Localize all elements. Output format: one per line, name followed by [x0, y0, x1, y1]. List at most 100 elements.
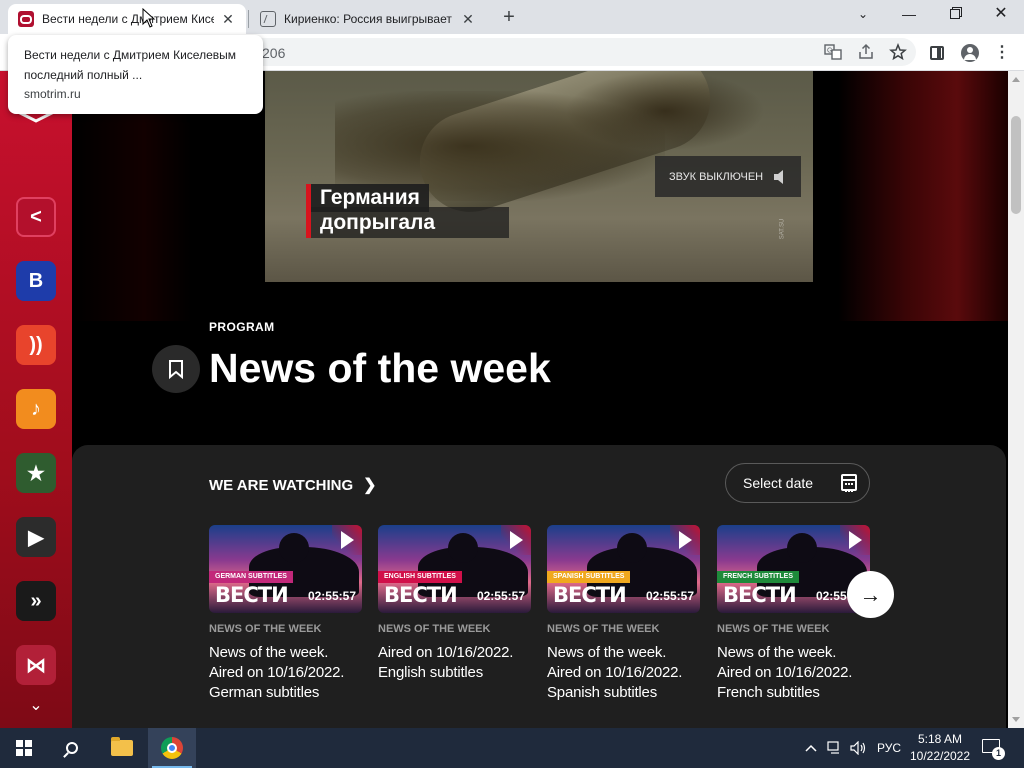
- side-panel-icon[interactable]: [927, 43, 947, 63]
- vesti-app-icon[interactable]: В: [16, 261, 56, 301]
- sidebar-more-chevron-icon[interactable]: ⌄: [26, 695, 46, 714]
- menu-dots-icon[interactable]: ⋮: [992, 43, 1012, 63]
- video-thumbnail[interactable]: GERMAN SUBTITLES ВЕСТИ 02:55:57: [209, 525, 362, 613]
- network-icon[interactable]: [827, 728, 843, 768]
- tab-close-icon[interactable]: ✕: [220, 11, 236, 28]
- video-thumbnail[interactable]: ENGLISH SUBTITLES ВЕСТИ 02:55:57: [378, 525, 531, 613]
- video-player[interactable]: допрыгала Германия ЗВУК ВЫКЛЮЧЕН SAT.SU: [265, 71, 813, 282]
- thumb-silhouette: [448, 533, 478, 563]
- subtitle-tag: FRENCH SUBTITLES: [717, 571, 799, 583]
- play-app-icon[interactable]: ▶: [16, 517, 56, 557]
- volume-icon[interactable]: [850, 728, 868, 768]
- video-card-spanish[interactable]: SPANISH SUBTITLES ВЕСТИ 02:55:57 NEWS OF…: [547, 525, 700, 703]
- video-duration: 02:55:57: [307, 589, 356, 603]
- carousel-next-button[interactable]: →: [847, 571, 894, 618]
- sound-off-label: ЗВУК ВЫКЛЮЧЕН: [669, 170, 764, 183]
- new-tab-button[interactable]: +: [498, 5, 520, 29]
- svg-text:G: G: [827, 48, 832, 55]
- thumb-silhouette: [279, 533, 309, 563]
- screen: Вести недели с Дмитрием Кисе ✕ Кириенко:…: [0, 0, 1024, 768]
- bowtie-app-icon[interactable]: ⋈: [16, 645, 56, 685]
- translate-icon[interactable]: G: [823, 43, 843, 63]
- calendar-icon: [841, 474, 857, 492]
- forward-app-icon[interactable]: »: [16, 581, 56, 621]
- scroll-up-arrow-icon[interactable]: [1012, 77, 1020, 82]
- restore-icon: [950, 9, 960, 19]
- watching-heading: WE ARE WATCHING: [209, 476, 354, 494]
- subtitle-tag: ENGLISH SUBTITLES: [378, 571, 462, 583]
- smotrim-favicon-icon: [18, 11, 34, 27]
- ria-favicon-icon: [260, 11, 276, 27]
- card-title[interactable]: News of the week. Aired on 10/16/2022. G…: [209, 643, 362, 703]
- tab-hover-tooltip: Вести недели с Дмитрием Киселевым послед…: [8, 35, 263, 114]
- scroll-down-arrow-icon[interactable]: [1012, 717, 1020, 722]
- select-date-button[interactable]: Select date: [725, 463, 870, 503]
- video-card-english[interactable]: ENGLISH SUBTITLES ВЕСТИ 02:55:57 NEWS OF…: [378, 525, 531, 683]
- system-clock[interactable]: 5:18 AM 10/22/2022: [904, 731, 976, 765]
- vesti-logo: ВЕСТИ: [215, 583, 289, 607]
- program-label: PROGRAM: [209, 320, 275, 334]
- thumb-silhouette: [617, 533, 647, 563]
- windows-logo-icon: [16, 740, 32, 756]
- maximize-button[interactable]: [932, 0, 978, 30]
- play-icon: [679, 531, 692, 549]
- notification-center-button[interactable]: 1: [980, 736, 1005, 760]
- select-date-label: Select date: [743, 475, 814, 491]
- bookmark-star-icon[interactable]: [888, 42, 908, 63]
- video-duration: 02:55:57: [645, 589, 694, 603]
- profile-avatar[interactable]: [960, 43, 980, 63]
- url-text[interactable]: 206: [262, 45, 285, 61]
- tab-vesti-nedeli[interactable]: Вести недели с Дмитрием Кисе ✕: [8, 4, 246, 34]
- tab-search-button[interactable]: ⌄: [840, 0, 886, 30]
- we-are-watching-link[interactable]: WE ARE WATCHING ❯: [209, 475, 377, 495]
- windows-taskbar: РУС 5:18 AM 10/22/2022 1: [0, 728, 1024, 768]
- podcast-app-icon[interactable]: )): [16, 325, 56, 365]
- close-window-button[interactable]: ✕: [978, 0, 1024, 30]
- video-thumbnail[interactable]: SPANISH SUBTITLES ВЕСТИ 02:55:57: [547, 525, 700, 613]
- video-watermark: SAT.SU: [779, 218, 786, 240]
- video-card-german[interactable]: GERMAN SUBTITLES ВЕСТИ 02:55:57 NEWS OF …: [209, 525, 362, 703]
- card-kicker: NEWS OF THE WEEK: [378, 623, 491, 635]
- card-title[interactable]: Aired on 10/16/2022. English subtitles: [378, 643, 531, 683]
- speaker-muted-icon: [774, 170, 783, 184]
- file-explorer-button[interactable]: [98, 728, 146, 768]
- tooltip-title: Вести недели с Дмитрием Киселевым послед…: [24, 48, 237, 82]
- zvezda-app-icon[interactable]: ★: [16, 453, 56, 493]
- tab-separator: [248, 10, 249, 28]
- taskbar-search-button[interactable]: [48, 728, 96, 768]
- search-icon: [66, 742, 78, 754]
- share-icon[interactable]: [856, 43, 876, 63]
- music-app-icon[interactable]: ♪: [16, 389, 56, 429]
- chevron-right-icon: ❯: [363, 477, 377, 494]
- tab-title: Вести недели с Дмитрием Кисе: [42, 12, 214, 26]
- bookmark-button[interactable]: [152, 345, 200, 393]
- page-viewport: < В )) ♪ ★ ▶ » ⋈ ⌄ допрыгала Германия ЗВ…: [0, 71, 1008, 728]
- tab-kirienko[interactable]: Кириенко: Россия выигрывает вой ✕: [250, 4, 486, 34]
- scrollbar-thumb[interactable]: [1011, 116, 1021, 214]
- card-title[interactable]: News of the week. Aired on 10/16/2022. F…: [717, 643, 870, 703]
- card-kicker: NEWS OF THE WEEK: [209, 623, 322, 635]
- video-frame-weed: [565, 71, 765, 151]
- sound-off-button[interactable]: ЗВУК ВЫКЛЮЧЕН: [655, 156, 801, 197]
- card-kicker: NEWS OF THE WEEK: [547, 623, 660, 635]
- tab-close-icon[interactable]: ✕: [460, 11, 476, 28]
- page-title: News of the week: [209, 345, 551, 391]
- video-card-french[interactable]: FRENCH SUBTITLES ВЕСТИ 02:55:57 NEWS OF …: [717, 525, 870, 703]
- minimize-button[interactable]: —: [886, 0, 932, 30]
- play-icon: [341, 531, 354, 549]
- video-duration: 02:55:57: [476, 589, 525, 603]
- subtitle-tag: SPANISH SUBTITLES: [547, 571, 631, 583]
- card-title[interactable]: News of the week. Aired on 10/16/2022. S…: [547, 643, 700, 703]
- chrome-taskbar-button[interactable]: [148, 728, 196, 768]
- page-scrollbar[interactable]: [1008, 71, 1024, 728]
- chrome-icon: [161, 737, 183, 759]
- vesti-logo: ВЕСТИ: [723, 583, 797, 607]
- thumb-silhouette: [787, 533, 817, 563]
- input-language[interactable]: РУС: [877, 728, 901, 768]
- bookmark-icon: [169, 360, 183, 379]
- start-button[interactable]: [0, 728, 48, 768]
- tray-expand-chevron-icon[interactable]: [804, 728, 818, 768]
- russia-1-app-icon[interactable]: <: [16, 197, 56, 237]
- tab-title: Кириенко: Россия выигрывает вой: [284, 12, 454, 26]
- subtitle-tag: GERMAN SUBTITLES: [209, 571, 293, 583]
